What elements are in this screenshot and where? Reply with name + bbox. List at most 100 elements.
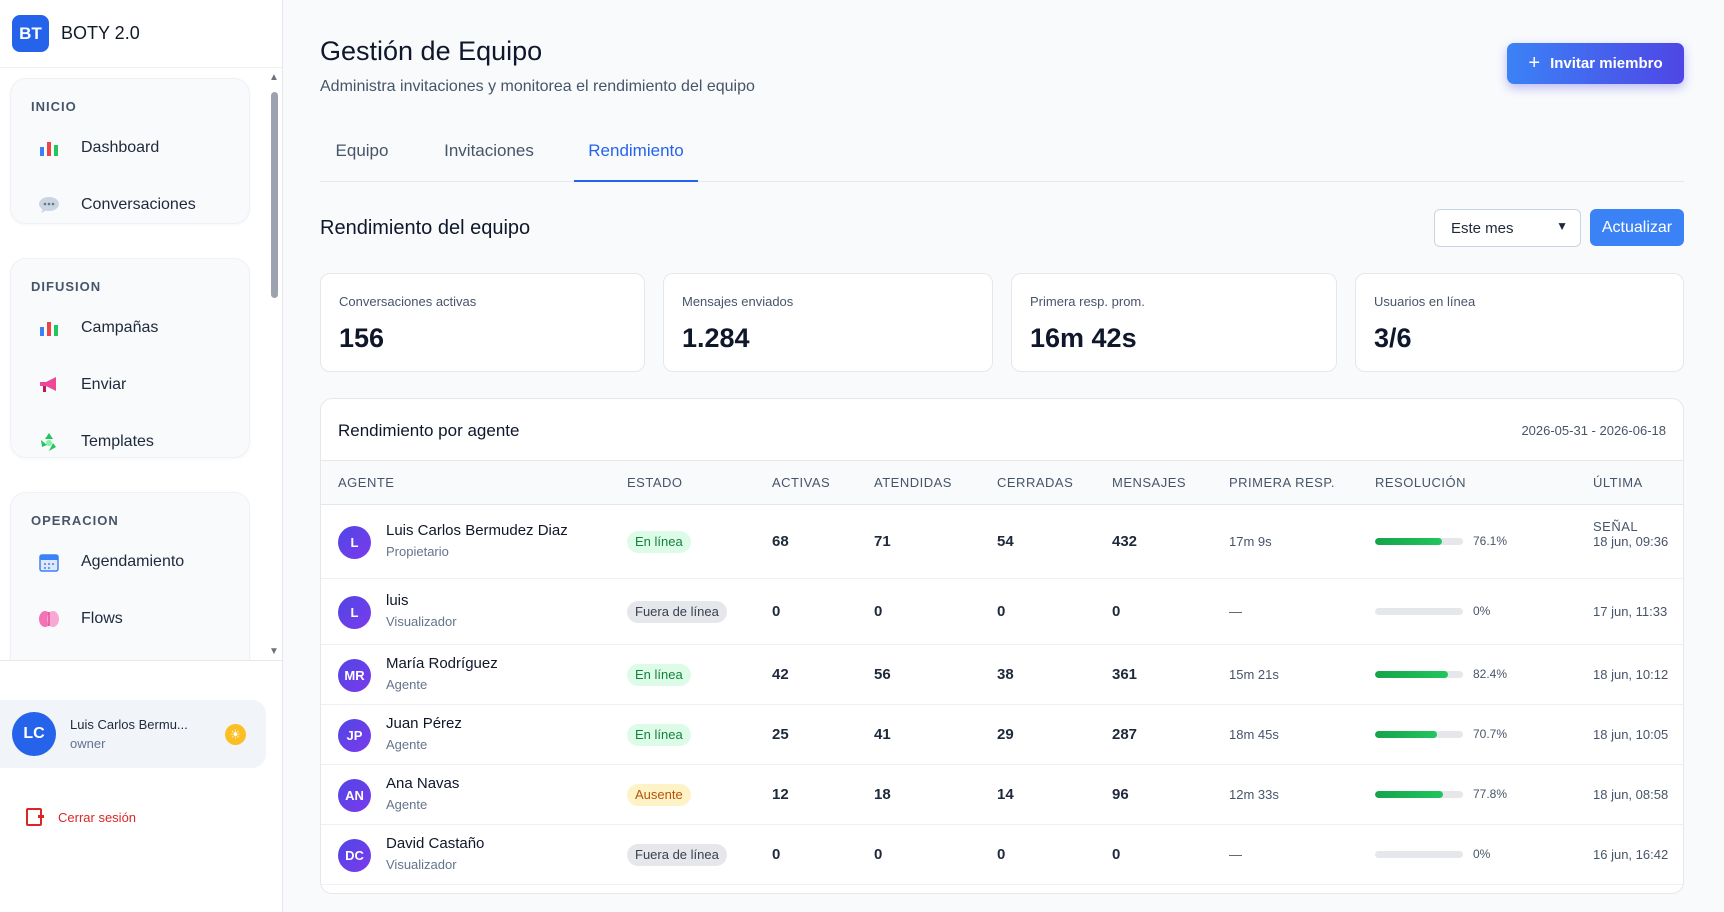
resolution-percent: 77.8% xyxy=(1473,787,1508,801)
stat-label: Mensajes enviados xyxy=(682,294,794,309)
scroll-thumb[interactable] xyxy=(271,92,278,298)
table-row[interactable]: DC David Castaño Visualizador Fuera de líne… xyxy=(321,825,1683,885)
resolution-bar xyxy=(1375,791,1463,798)
user-info: Luis Carlos Bermu... owner xyxy=(70,717,188,751)
sidebar-item-campanas[interactable]: Campañas xyxy=(11,299,249,356)
logout-button[interactable]: Cerrar sesión xyxy=(26,808,136,826)
col-mensajes[interactable]: MENSAJES xyxy=(1112,461,1186,505)
brain-icon xyxy=(37,607,61,631)
cerradas-value: 0 xyxy=(997,603,1006,620)
mensajes-value: 432 xyxy=(1112,533,1138,550)
logout-label: Cerrar sesión xyxy=(58,809,137,825)
col-agente[interactable]: AGENTE xyxy=(338,461,394,505)
resolution-percent: 0% xyxy=(1473,847,1491,861)
col-resolucion[interactable]: RESOLUCIÓN xyxy=(1375,461,1466,505)
mensajes-value: 361 xyxy=(1112,666,1138,683)
table-header: Rendimiento por agente 2026-05-31 - 2026… xyxy=(321,399,1683,461)
atendidas-value: 18 xyxy=(874,786,891,803)
agent-role: Visualizador xyxy=(386,857,457,872)
refresh-button[interactable]: Actualizar xyxy=(1590,209,1684,246)
last-signal-value: 16 jun, 16:42 xyxy=(1593,847,1669,862)
agents-table-card: Rendimiento por agente 2026-05-31 - 2026… xyxy=(320,398,1684,894)
stat-value: 3/6 xyxy=(1374,323,1412,353)
col-estado[interactable]: ESTADO xyxy=(627,461,683,505)
col-primera-resp[interactable]: PRIMERA RESP. xyxy=(1229,461,1335,505)
col-cerradas[interactable]: CERRADAS xyxy=(997,461,1073,505)
period-select[interactable]: Este mes ▼ xyxy=(1434,209,1581,247)
tab-rendimiento[interactable]: Rendimiento xyxy=(574,128,698,182)
agent-role: Agente xyxy=(386,797,428,812)
sidebar-scrollbar[interactable]: ▲ ▼ xyxy=(268,72,280,658)
sidebar-item-label: Templates xyxy=(81,432,154,450)
last-signal-value: 17 jun, 11:33 xyxy=(1593,604,1668,619)
table-title: Rendimiento por agente xyxy=(338,421,520,440)
resolution-bar-fill xyxy=(1375,791,1444,798)
col-activas[interactable]: ACTIVAS xyxy=(772,461,830,505)
calendar-icon xyxy=(37,550,61,574)
agent-role: Visualizador xyxy=(386,614,457,629)
status-badge: En línea xyxy=(627,531,691,553)
resolution-bar-fill xyxy=(1375,538,1442,545)
resolution-bar xyxy=(1375,608,1463,615)
sidebar-item-label: Campañas xyxy=(81,318,159,336)
invite-member-button[interactable]: + Invitar miembro xyxy=(1507,43,1684,84)
brand[interactable]: BT BOTY 2.0 xyxy=(0,0,282,68)
avatar: DC xyxy=(338,839,371,872)
bar-chart-icon xyxy=(37,136,61,160)
agent-name: Ana Navas xyxy=(386,775,460,792)
status-badge: Ausente xyxy=(627,784,691,806)
sidebar-nav: INICIO Dashboard Conversaciones DIFUSION xyxy=(0,68,283,660)
stat-card-active-conversations: Conversaciones activas 156 xyxy=(320,273,645,372)
table-body: L Luis Carlos Bermudez Diaz Propietario En … xyxy=(321,505,1683,885)
sidebar-divider xyxy=(0,660,283,661)
table-date-range: 2026-05-31 - 2026-06-18 xyxy=(1521,423,1666,438)
user-card[interactable]: LC Luis Carlos Bermu... owner ☀ xyxy=(0,700,266,768)
stat-value: 16m 42s xyxy=(1030,323,1137,353)
sidebar-item-conversaciones[interactable]: Conversaciones xyxy=(11,176,249,233)
scroll-down-arrow-icon[interactable]: ▼ xyxy=(268,646,280,658)
col-ultima-senal[interactable]: ÚLTIMA SEÑAL xyxy=(1593,461,1683,534)
mensajes-value: 0 xyxy=(1112,846,1121,863)
agent-name: Juan Pérez xyxy=(386,715,462,732)
sidebar-item-dashboard[interactable]: Dashboard xyxy=(11,119,249,176)
group-title: INICIO xyxy=(31,99,77,114)
primera-resp-value: — xyxy=(1229,847,1242,862)
chevron-down-icon: ▼ xyxy=(1556,219,1568,233)
table-row[interactable]: L Luis Carlos Bermudez Diaz Propietario En … xyxy=(321,505,1683,579)
tab-invitaciones[interactable]: Invitaciones xyxy=(424,128,554,182)
last-signal-value: 18 jun, 08:58 xyxy=(1593,787,1669,802)
avatar: MR xyxy=(338,659,371,692)
brand-logo: BT xyxy=(12,15,49,52)
activas-value: 12 xyxy=(772,786,789,803)
primera-resp-value: 12m 33s xyxy=(1229,787,1279,802)
agent-role: Agente xyxy=(386,677,428,692)
primera-resp-value: 17m 9s xyxy=(1229,534,1272,549)
scroll-up-arrow-icon[interactable]: ▲ xyxy=(268,72,280,84)
status-badge: En línea xyxy=(627,724,691,746)
primera-resp-value: 18m 45s xyxy=(1229,727,1279,742)
invite-member-label: Invitar miembro xyxy=(1550,55,1663,72)
resolution-bar xyxy=(1375,671,1463,678)
avatar: L xyxy=(338,596,371,629)
col-atendidas[interactable]: ATENDIDAS xyxy=(874,461,952,505)
resolution-bar-fill xyxy=(1375,671,1448,678)
agent-name: Luis Carlos Bermudez Diaz xyxy=(386,522,568,539)
table-row[interactable]: JP Juan Pérez Agente En línea 25 41 29 287 18m 4… xyxy=(321,705,1683,765)
main-content: Gestión de Equipo Administra invitacione… xyxy=(284,0,1724,912)
sidebar-item-enviar[interactable]: Enviar xyxy=(11,356,249,413)
sidebar-item-flows[interactable]: Flows xyxy=(11,590,249,647)
sidebar-item-templates[interactable]: Templates xyxy=(11,413,249,470)
sun-icon[interactable]: ☀ xyxy=(225,724,246,745)
table-row[interactable]: MR María Rodríguez Agente En línea 42 56 38 361… xyxy=(321,645,1683,705)
cerradas-value: 0 xyxy=(997,846,1006,863)
group-title: DIFUSION xyxy=(31,279,102,294)
sidebar-item-label: Enviar xyxy=(81,375,127,393)
table-row[interactable]: AN Ana Navas Agente Ausente 12 18 14 96 12m 33s 7… xyxy=(321,765,1683,825)
resolution-bar xyxy=(1375,538,1463,545)
resolution-percent: 0% xyxy=(1473,604,1491,618)
tab-equipo[interactable]: Equipo xyxy=(320,128,404,182)
sidebar-item-agendamiento[interactable]: Agendamiento xyxy=(11,533,249,590)
bar-chart-icon xyxy=(37,316,61,340)
resolution-bar-fill xyxy=(1375,731,1438,738)
table-row[interactable]: Lluis Visualizador Fuera de línea 0 0 0 0 — 0% 17… xyxy=(321,579,1683,645)
